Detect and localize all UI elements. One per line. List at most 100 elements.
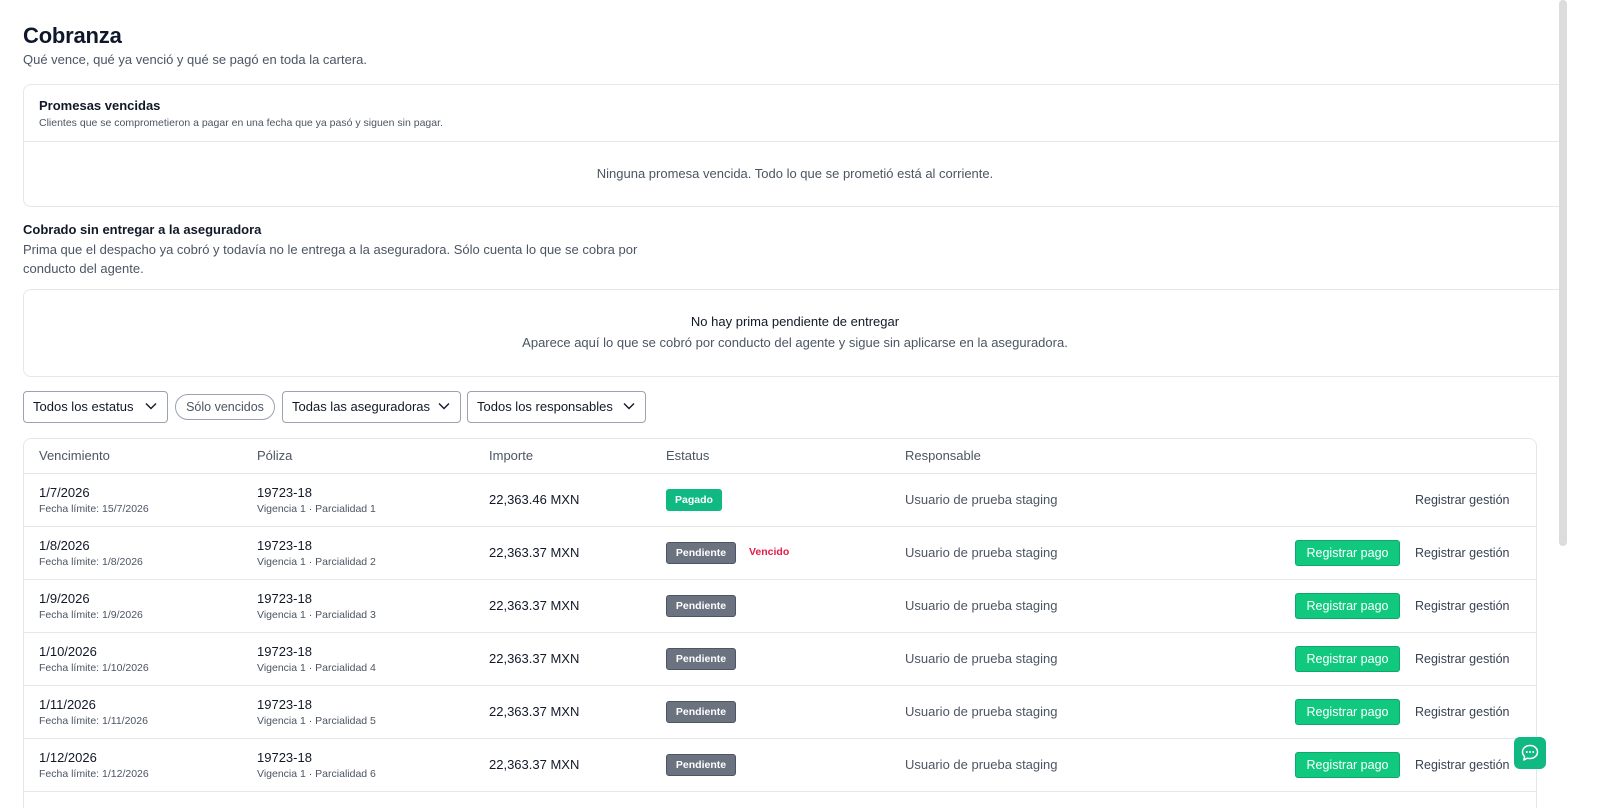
table-row: 1/8/2026 Fecha límite: 1/8/2026 19723-18 Vi… bbox=[24, 527, 1536, 580]
poliza-detalle: Vigencia 1 · Parcialidad 6 bbox=[257, 768, 376, 780]
registrar-pago-button[interactable]: Registrar pago bbox=[1295, 593, 1400, 619]
importe-cell: 22,363.37 MXN bbox=[489, 757, 580, 772]
vencimiento-date: 1/11/2026 bbox=[39, 697, 96, 712]
poliza-cell: 19723-18 Vigencia 1 · Parcialidad 3 bbox=[257, 591, 376, 622]
poliza-number: 19723-18 bbox=[257, 538, 312, 553]
cobrado-section-title: Cobrado sin entregar a la aseguradora bbox=[23, 222, 262, 237]
promesas-title: Promesas vencidas bbox=[39, 98, 161, 113]
table-row: 1/9/2026 Fecha límite: 1/9/2026 19723-18 Vi… bbox=[24, 580, 1536, 633]
importe-cell: 22,363.37 MXN bbox=[489, 651, 580, 666]
chevron-down-icon bbox=[145, 403, 157, 410]
chevron-down-icon bbox=[623, 403, 635, 410]
poliza-number: 19723-18 bbox=[257, 644, 312, 659]
registrar-gestion-button[interactable]: Registrar gestión bbox=[1415, 704, 1510, 720]
table-row: 1/7/2026 Fecha límite: 15/7/2026 19723-18 V… bbox=[24, 474, 1536, 527]
vencimiento-cell: 1/9/2026 Fecha límite: 1/9/2026 bbox=[39, 591, 143, 622]
responsable-cell: Usuario de prueba staging bbox=[905, 598, 1058, 613]
promesas-vencidas-card: Promesas vencidas Clientes que se compro… bbox=[23, 84, 1567, 207]
vencimiento-date: 1/9/2026 bbox=[39, 591, 90, 606]
status-badge: Pendiente bbox=[666, 648, 736, 670]
poliza-cell: 19723-18 Vigencia 1 · Parcialidad 1 bbox=[257, 485, 376, 516]
promesas-empty-state: Ninguna promesa vencida. Todo lo que se … bbox=[596, 166, 994, 181]
vencido-label: Vencido bbox=[749, 546, 790, 558]
fecha-limite: Fecha límite: 1/9/2026 bbox=[39, 609, 143, 621]
prima-empty-description: Aparece aquí lo que se cobró por conduct… bbox=[522, 335, 1068, 350]
poliza-number: 19723-18 bbox=[257, 485, 312, 500]
registrar-pago-button[interactable]: Registrar pago bbox=[1295, 540, 1400, 566]
responsable-cell: Usuario de prueba staging bbox=[905, 704, 1058, 719]
fecha-limite: Fecha límite: 1/8/2026 bbox=[39, 556, 143, 568]
registrar-gestion-button[interactable]: Registrar gestión bbox=[1415, 492, 1510, 508]
page-subtitle: Qué vence, qué ya venció y qué se pagó e… bbox=[23, 52, 368, 67]
promesas-description: Clientes que se comprometieron a pagar e… bbox=[39, 117, 443, 129]
registrar-gestion-button[interactable]: Registrar gestión bbox=[1415, 598, 1510, 614]
registrar-pago-button[interactable]: Registrar pago bbox=[1295, 646, 1400, 672]
status-filter-label: Todos los estatus bbox=[33, 399, 134, 414]
vencimiento-date: 1/8/2026 bbox=[39, 538, 90, 553]
status-badge: Pagado bbox=[666, 489, 722, 511]
vencimiento-cell: 1/11/2026 Fecha límite: 1/11/2026 bbox=[39, 697, 148, 728]
responsable-cell: Usuario de prueba staging bbox=[905, 545, 1058, 560]
prima-pendiente-card: No hay prima pendiente de entregar Apare… bbox=[23, 289, 1567, 377]
vencimiento-cell: 1/12/2026 Fecha límite: 1/12/2026 bbox=[39, 750, 149, 781]
importe-cell: 22,363.37 MXN bbox=[489, 545, 580, 560]
status-filter-select[interactable]: Todos los estatus bbox=[23, 391, 168, 423]
poliza-detalle: Vigencia 1 · Parcialidad 2 bbox=[257, 556, 376, 568]
table-body: 1/7/2026 Fecha límite: 15/7/2026 19723-18 V… bbox=[24, 474, 1536, 792]
poliza-cell: 19723-18 Vigencia 1 · Parcialidad 6 bbox=[257, 750, 376, 781]
promesas-header: Promesas vencidas Clientes que se compro… bbox=[24, 85, 1566, 142]
poliza-number: 19723-18 bbox=[257, 591, 312, 606]
poliza-detalle: Vigencia 1 · Parcialidad 1 bbox=[257, 503, 376, 515]
poliza-number: 19723-18 bbox=[257, 750, 312, 765]
chevron-down-icon bbox=[438, 403, 450, 410]
aseguradoras-filter-select[interactable]: Todas las aseguradoras bbox=[282, 391, 461, 423]
registrar-pago-button[interactable]: Registrar pago bbox=[1295, 699, 1400, 725]
responsable-cell: Usuario de prueba staging bbox=[905, 757, 1058, 772]
responsable-cell: Usuario de prueba staging bbox=[905, 651, 1058, 666]
poliza-detalle: Vigencia 1 · Parcialidad 5 bbox=[257, 715, 376, 727]
status-badge: Pendiente bbox=[666, 542, 736, 564]
poliza-cell: 19723-18 Vigencia 1 · Parcialidad 4 bbox=[257, 644, 376, 675]
column-poliza: Póliza bbox=[257, 448, 293, 463]
status-badge: Pendiente bbox=[666, 701, 736, 723]
solo-vencidos-toggle[interactable]: Sólo vencidos bbox=[175, 394, 275, 420]
column-vencimiento: Vencimiento bbox=[39, 448, 110, 463]
registrar-gestion-button[interactable]: Registrar gestión bbox=[1415, 651, 1510, 667]
importe-cell: 22,363.37 MXN bbox=[489, 598, 580, 613]
vencimiento-cell: 1/8/2026 Fecha límite: 1/8/2026 bbox=[39, 538, 143, 569]
cobranza-table: Vencimiento Póliza Importe Estatus Respo… bbox=[23, 438, 1537, 808]
fecha-limite: Fecha límite: 1/11/2026 bbox=[39, 715, 148, 727]
cobranza-page: Cobranza Qué vence, qué ya venció y qué … bbox=[23, 22, 1567, 808]
vencimiento-cell: 1/7/2026 Fecha límite: 15/7/2026 bbox=[39, 485, 149, 516]
vencimiento-date: 1/10/2026 bbox=[39, 644, 97, 659]
column-importe: Importe bbox=[489, 448, 534, 463]
column-estatus: Estatus bbox=[666, 448, 710, 463]
responsables-filter-label: Todos los responsables bbox=[477, 399, 613, 414]
status-badge: Pendiente bbox=[666, 595, 736, 617]
table-row: 1/11/2026 Fecha límite: 1/11/2026 19723-18… bbox=[24, 686, 1536, 739]
vencimiento-date: 1/12/2026 bbox=[39, 750, 97, 765]
registrar-pago-button[interactable]: Registrar pago bbox=[1295, 752, 1400, 778]
responsables-filter-select[interactable]: Todos los responsables bbox=[467, 391, 646, 423]
registrar-gestion-button[interactable]: Registrar gestión bbox=[1415, 545, 1510, 561]
poliza-detalle: Vigencia 1 · Parcialidad 3 bbox=[257, 609, 376, 621]
poliza-cell: 19723-18 Vigencia 1 · Parcialidad 2 bbox=[257, 538, 376, 569]
column-responsable: Responsable bbox=[905, 448, 981, 463]
poliza-number: 19723-18 bbox=[257, 697, 312, 712]
prima-empty-title: No hay prima pendiente de entregar bbox=[690, 314, 900, 329]
chat-button[interactable] bbox=[1514, 737, 1546, 769]
vencimiento-cell: 1/10/2026 Fecha límite: 1/10/2026 bbox=[39, 644, 149, 675]
fecha-limite: Fecha límite: 1/10/2026 bbox=[39, 662, 149, 674]
chat-bubble-icon bbox=[1521, 744, 1539, 761]
table-header: Vencimiento Póliza Importe Estatus Respo… bbox=[24, 439, 1536, 474]
poliza-cell: 19723-18 Vigencia 1 · Parcialidad 5 bbox=[257, 697, 376, 728]
responsable-cell: Usuario de prueba staging bbox=[905, 492, 1058, 507]
aseguradoras-filter-label: Todas las aseguradoras bbox=[292, 399, 431, 414]
registrar-gestion-button[interactable]: Registrar gestión bbox=[1415, 757, 1510, 773]
cobrado-section-description: Prima que el despacho ya cobró y todavía… bbox=[23, 242, 638, 276]
poliza-detalle: Vigencia 1 · Parcialidad 4 bbox=[257, 662, 376, 674]
status-badge: Pendiente bbox=[666, 754, 736, 776]
page-title: Cobranza bbox=[23, 23, 122, 48]
table-row: 1/10/2026 Fecha límite: 1/10/2026 19723-18… bbox=[24, 633, 1536, 686]
page-scrollbar[interactable] bbox=[1559, 0, 1567, 546]
